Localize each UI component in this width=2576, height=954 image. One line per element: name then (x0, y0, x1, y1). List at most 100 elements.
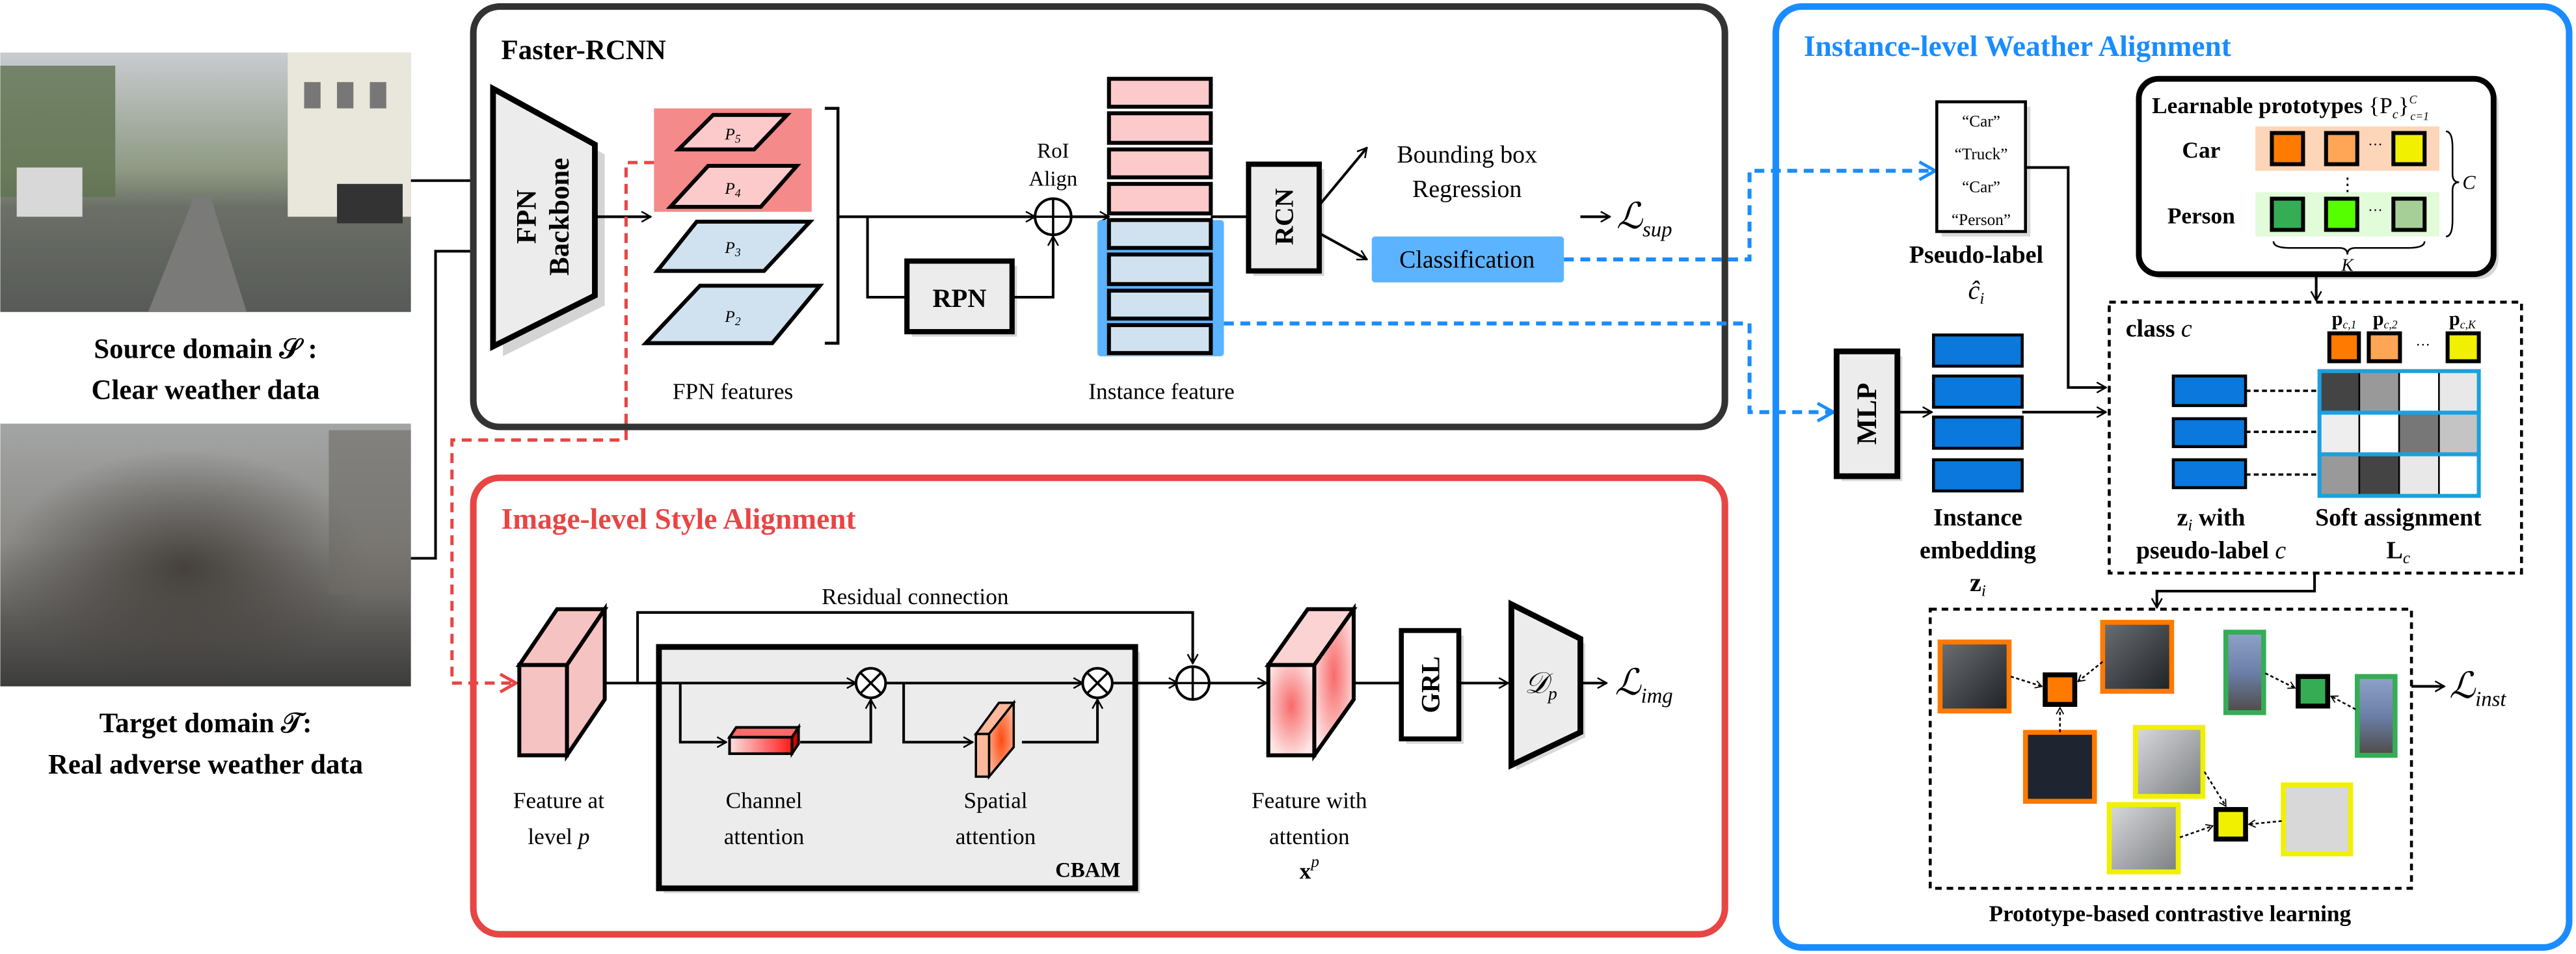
soft-assignment-label: Soft assignment (2315, 504, 2482, 531)
z-with-label-1: zi with (2177, 504, 2246, 535)
roi-align-label-2: Align (1029, 167, 1078, 191)
embedding-label-2: embedding (1920, 537, 2036, 564)
soft-assignment-cell (2358, 370, 2400, 414)
pseudo-label-to-class-arrow (2025, 166, 2106, 388)
attended-feature-label-2: attention (1269, 824, 1350, 849)
person-prototype-ellipsis: ··· (2368, 202, 2383, 219)
contrastive-learning-label: Prototype-based contrastive learning (1989, 901, 2352, 927)
source-domain-caption: Clear weather data (91, 375, 319, 406)
prototypes-title: Learnable prototypes {Pc}C c=1 (2152, 93, 2429, 122)
soft-assignment-cell (2398, 370, 2440, 414)
channel-attention-label-1: Channel (726, 788, 803, 813)
pseudo-label-var: ĉi (1968, 276, 1984, 308)
soft-assignment-cell (2358, 453, 2400, 497)
instance-patch-car-yellow (2133, 724, 2206, 799)
soft-assignment-cell (2398, 412, 2440, 455)
channel-attention-block (727, 722, 801, 758)
class-embedding (2171, 374, 2247, 407)
instance-patch-car-yellow (2106, 802, 2181, 875)
inst-loss: ℒinst (2449, 667, 2506, 711)
multiply-op-2 (1081, 667, 1114, 700)
feature-cube-level-p (515, 602, 609, 762)
pseudo-label-item: “Car” (1962, 178, 2000, 196)
instance-patch-person-green (2354, 674, 2398, 758)
car-yellow-prototype (2213, 807, 2248, 842)
bbox-regression-label-2: Regression (1412, 176, 1522, 203)
channel-attention-label-2: attention (724, 824, 805, 849)
backbone-label-backbone: Backbone (544, 158, 575, 276)
prototype-count-label: K (2341, 256, 2354, 276)
class-prototype (2445, 331, 2481, 364)
roi-align-op (1034, 197, 1073, 237)
instance-level-title: Instance-level Weather Alignment (1804, 30, 2231, 62)
discriminator: 𝒟p (1508, 600, 1586, 771)
grl-label: GRL (1415, 656, 1445, 713)
soft-assignment-cell (2398, 453, 2440, 497)
soft-assignment-matrix (2317, 369, 2481, 498)
rpn-label: RPN (933, 284, 987, 313)
soft-assignment-cell (2438, 370, 2480, 414)
roi-align-label-1: RoI (1037, 139, 1069, 163)
car-orange-prototype (2043, 672, 2078, 707)
attended-feature-var: xp (1300, 853, 1319, 884)
feature-level-label-2: level p (528, 824, 589, 849)
soft-assignment-cell (2358, 412, 2400, 455)
spatial-attention-label-1: Spatial (963, 788, 1027, 813)
mlp-box: MLP (1833, 348, 1903, 481)
embedding-var: zi (1970, 568, 1986, 600)
instance-patch-car-orange (2022, 730, 2097, 804)
bbox-regression-label-1: Bounding box (1397, 141, 1537, 168)
faster-rcnn-title: Faster-RCNN (502, 35, 666, 66)
rows-vdots: ⋮ (2339, 175, 2357, 195)
embedding-label-1: Instance (1933, 504, 2022, 531)
mlp-label: MLP (1852, 383, 1883, 445)
person-prototype (2324, 196, 2359, 232)
target-domain-caption: Real adverse weather data (48, 749, 363, 780)
car-prototype-ellipsis: ··· (2368, 137, 2383, 153)
img-loss: ℒimg (1615, 663, 1672, 708)
attended-feature-cube (1264, 603, 1358, 762)
framework-diagram: Source domain 𝒮 : Clear weather data Tar… (0, 3, 2573, 951)
soft-assignment-cell (2318, 412, 2361, 455)
class-embedding (2171, 417, 2247, 449)
car-prototype (2391, 131, 2427, 166)
feature-level-label-1: Feature at (513, 788, 604, 813)
class-count-label: C (2462, 171, 2476, 193)
multiply-op-1 (854, 667, 887, 700)
source-domain-label: Source domain 𝒮 : (94, 334, 317, 364)
instance-embedding-stack (1932, 333, 2024, 493)
rpn-box: RPN (904, 258, 1017, 337)
person-prototype (2270, 196, 2305, 232)
target-domain-image (0, 423, 411, 687)
instance-patch-car-orange (1937, 639, 2012, 714)
fpn-features-label: FPN features (673, 379, 793, 404)
residual-connection-label: Residual connection (822, 584, 1009, 609)
source-domain-image (0, 52, 411, 312)
pseudo-label-caption: Pseudo-label (1909, 241, 2043, 269)
pseudo-label-item: “Person” (1952, 211, 2011, 229)
pseudo-label-item: “Car” (1962, 113, 2000, 130)
z-with-label-2: pseudo-label c (2136, 537, 2287, 564)
target-domain-label: Target domain 𝒯: (100, 708, 312, 739)
pseudo-label-item: “Truck” (1955, 146, 2008, 163)
person-prototype (2391, 196, 2427, 232)
classification-label: Classification (1399, 246, 1535, 274)
soft-assignment-cell (2438, 412, 2480, 455)
instance-feature-label: Instance feature (1088, 379, 1235, 404)
car-row-label: Car (2182, 137, 2220, 163)
rcn-box: RCN (1246, 161, 1324, 276)
attended-feature-label-1: Feature with (1252, 788, 1367, 813)
image-level-title: Image-level Style Alignment (502, 503, 856, 535)
instance-patch-person-green (2223, 629, 2266, 715)
backbone-label-fpn: FPN (512, 190, 543, 244)
car-prototype (2270, 131, 2305, 166)
class-embedding (2171, 458, 2247, 490)
rcn-label: RCN (1270, 189, 1299, 245)
spatial-attention-label-2: attention (956, 824, 1036, 849)
class-to-contrastive-arrow (2157, 573, 2316, 607)
class-prototype (2367, 331, 2402, 364)
soft-assignment-cell (2318, 370, 2361, 414)
class-prototype-ellipsis: ··· (2415, 337, 2430, 353)
class-box-title: class c (2126, 315, 2192, 343)
class-prototype (2327, 331, 2361, 364)
